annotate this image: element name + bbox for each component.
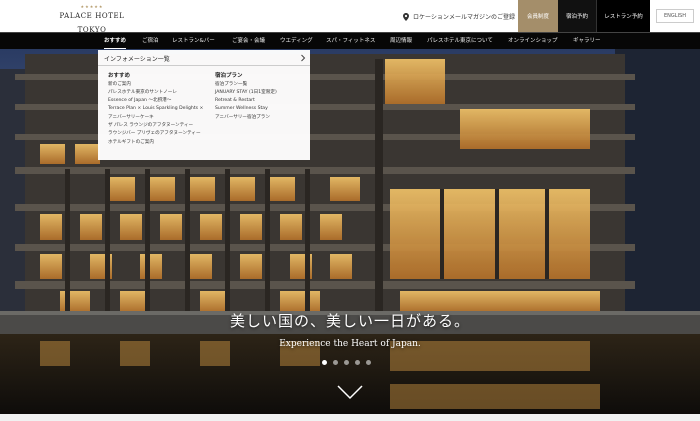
newsletter-link[interactable]: メールマガジンのご登録	[449, 12, 515, 21]
info-list-selector[interactable]: インフォメーション一覧	[98, 50, 310, 66]
location-label: ロケーション	[413, 14, 449, 21]
slide-dot[interactable]	[366, 360, 371, 365]
main-nav: おすすめ ご宿泊 レストラン&バー ご宴会・会議 ウエディング スパ・フィットネ…	[0, 32, 700, 49]
stay-plan-column: 宿泊プラン 宿泊プラン一覧 JANUARY STAY (1日1室限定) Retr…	[215, 72, 277, 122]
dropdown-link[interactable]: JANUARY STAY (1日1室限定)	[215, 89, 277, 97]
nav-item-restaurant[interactable]: レストラン&バー	[172, 33, 215, 50]
nav-item-online-shop[interactable]: オンラインショップ	[508, 33, 558, 50]
stay-plan-column-title: 宿泊プラン	[215, 73, 243, 79]
site-header: ★★★★★ PALACE HOTEL TOKYO ロケーション メールマガジンの…	[0, 0, 700, 34]
language-switch-button[interactable]: ENGLISH	[656, 9, 694, 23]
dropdown-link[interactable]: ラウンジバー プリヴェのアフタヌーンティー	[108, 130, 203, 138]
nav-item-about[interactable]: パレスホテル東京について	[427, 33, 493, 50]
dropdown-link[interactable]: 新のご案内	[108, 81, 203, 89]
dropdown-link[interactable]: Terrace Plan × Louis Sparkling Delights …	[108, 105, 203, 113]
slide-dot[interactable]	[355, 360, 360, 365]
scroll-down-icon[interactable]	[336, 384, 364, 400]
dropdown-link[interactable]: Summer Wellness Stay	[215, 105, 277, 113]
info-list-label: インフォメーション一覧	[104, 56, 170, 63]
nav-item-area-info[interactable]: 周辺情報	[390, 33, 412, 50]
nav-item-wedding[interactable]: ウエディング	[280, 33, 313, 50]
dropdown-link[interactable]: Essence of Japan ～北摂港～	[108, 97, 203, 105]
slide-dot[interactable]	[333, 360, 338, 365]
slide-dot[interactable]	[322, 360, 327, 365]
dropdown-link[interactable]: アニバーサリーケーキ	[108, 114, 203, 122]
page-bottom-strip	[0, 414, 700, 421]
dropdown-link[interactable]: パレスホテル東京のサントノーレ	[108, 89, 203, 97]
location-pin-icon	[403, 12, 409, 21]
recommend-dropdown: インフォメーション一覧 おすすめ 新のご案内 パレスホテル東京のサントノーレ E…	[98, 50, 310, 160]
nav-item-gallery[interactable]: ギャラリー	[573, 33, 601, 50]
slide-indicator	[322, 360, 371, 365]
recommend-column-title: おすすめ	[108, 73, 131, 79]
membership-button[interactable]: 会員制度	[518, 0, 558, 32]
dropdown-link[interactable]: Retreat & Restart	[215, 97, 277, 105]
dropdown-link[interactable]: ホテルギフトのご案内	[108, 139, 203, 147]
dropdown-link[interactable]: 宿泊プラン一覧	[215, 81, 277, 89]
nav-item-recommend[interactable]: おすすめ	[104, 33, 127, 50]
location-link[interactable]: ロケーション	[403, 12, 449, 21]
nav-item-spa[interactable]: スパ・フィットネス	[326, 33, 375, 50]
dropdown-link[interactable]: アニバーサリー宿泊プラン	[215, 114, 277, 122]
stay-reservation-button[interactable]: 宿泊予約	[558, 0, 596, 32]
hero-subtitle: Experience the Heart of Japan.	[279, 339, 421, 349]
nav-item-banquet[interactable]: ご宴会・会議	[232, 33, 265, 50]
chevron-right-icon	[301, 54, 306, 62]
restaurant-reservation-button[interactable]: レストラン予約	[596, 0, 650, 32]
dropdown-link[interactable]: ザ パレス ラウンジのアフタヌーンティー	[108, 122, 203, 130]
slide-dot[interactable]	[344, 360, 349, 365]
nav-item-stay[interactable]: ご宿泊	[142, 33, 159, 50]
recommend-column: おすすめ 新のご案内 パレスホテル東京のサントノーレ Essence of Ja…	[108, 72, 203, 147]
hero-title: 美しい国の、美しい一日がある。	[229, 312, 470, 330]
